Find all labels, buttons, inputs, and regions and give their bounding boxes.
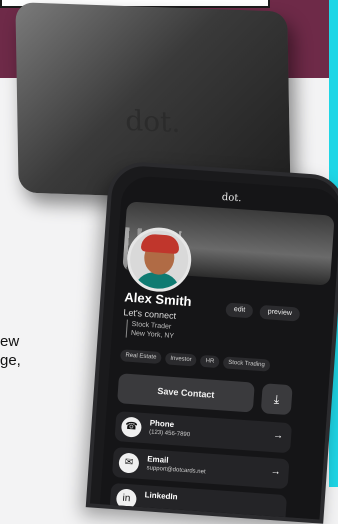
email-icon: ✉ xyxy=(118,452,140,474)
arrow-right-icon: → xyxy=(270,465,282,478)
cropped-text: ew ge, xyxy=(0,332,21,370)
contact-value: support@dotcards.net xyxy=(146,465,206,476)
contact-label: Email xyxy=(146,454,169,465)
edit-button[interactable]: edit xyxy=(225,302,254,319)
contact-label: Phone xyxy=(149,418,175,430)
tag-chips: Real Estate Investor HR Stock Trading xyxy=(119,349,271,372)
phone-icon: ☎ xyxy=(120,416,143,438)
download-icon: ⤓ xyxy=(273,392,280,407)
linkedin-icon: in xyxy=(115,488,138,510)
chip-stock-trading[interactable]: Stock Trading xyxy=(222,356,271,372)
arrow-right-icon: → xyxy=(272,430,284,442)
contact-row-linkedin[interactable]: in LinkedIn xyxy=(109,482,288,520)
chip-investor[interactable]: Investor xyxy=(164,352,198,367)
profile-name: Alex Smith xyxy=(123,289,193,310)
profile-location: New York, NY xyxy=(130,329,175,340)
cropped-text-line-2: ge, xyxy=(0,352,21,369)
contact-row-email[interactable]: ✉ Email support@dotcards.net → xyxy=(111,446,290,490)
card-logo: dot. xyxy=(125,104,181,139)
contact-value: (123) 456-7890 xyxy=(148,429,191,439)
download-button[interactable]: ⤓ xyxy=(260,383,293,416)
chip-real-estate[interactable]: Real Estate xyxy=(119,349,162,365)
chip-hr[interactable]: HR xyxy=(200,354,220,369)
cropped-text-line-1: ew xyxy=(0,333,20,350)
contact-row-phone[interactable]: ☎ Phone (123) 456-7890 → xyxy=(114,411,293,454)
phone-screen: dot. edit preview Alex Smith Let's conne… xyxy=(99,174,338,520)
phone-mockup: dot. edit preview Alex Smith Let's conne… xyxy=(85,160,338,524)
preview-button[interactable]: preview xyxy=(259,304,301,322)
profile-details: Stock Trader New York, NY xyxy=(125,319,175,341)
contact-label: LinkedIn xyxy=(144,490,178,502)
save-contact-button[interactable]: Save Contact xyxy=(117,373,255,413)
avatar-hat xyxy=(140,233,180,255)
